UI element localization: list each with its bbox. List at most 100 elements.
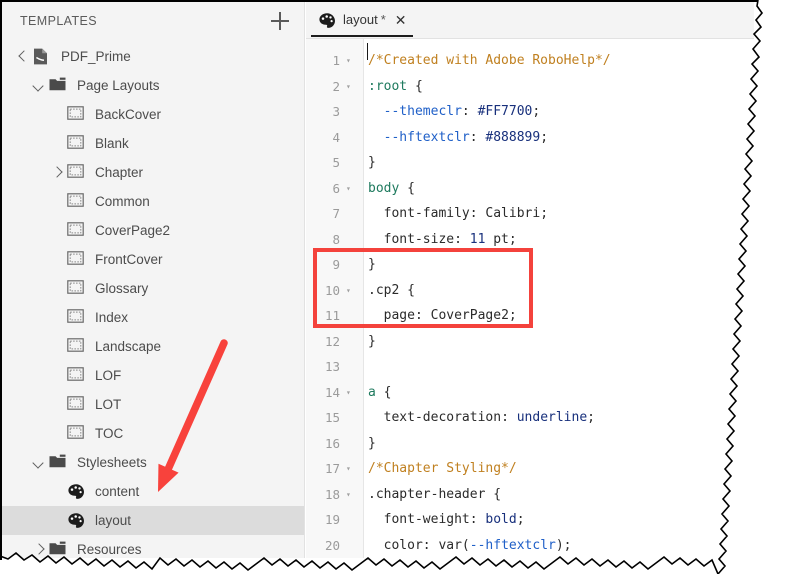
- tree-item-index[interactable]: Index: [2, 303, 304, 332]
- editor-tabstrip: layout * ✕: [306, 2, 754, 39]
- code-line-text: }: [368, 252, 376, 278]
- tree-item-toc[interactable]: TOC: [2, 419, 304, 448]
- tree-item-coverpage2[interactable]: CoverPage2: [2, 216, 304, 245]
- code-token: );: [555, 537, 572, 553]
- code-token: :root: [368, 78, 408, 94]
- code-fold-toggle-icon[interactable]: ▾: [346, 74, 356, 100]
- chevron-right-icon[interactable]: [32, 543, 46, 557]
- tree-item-backcover[interactable]: BackCover: [2, 100, 304, 129]
- code-line: 7 font-family: Calibri;: [306, 201, 754, 227]
- code-token: font-size: [368, 231, 455, 247]
- code-line-text: /*Chapter Styling*/: [368, 456, 517, 482]
- tree-item-glossary[interactable]: Glossary: [2, 274, 304, 303]
- code-line: 13: [306, 354, 754, 380]
- code-token: font-family: [368, 206, 470, 221]
- code-token: --hftextclr: [368, 129, 470, 145]
- code-token: text-decoration: [368, 410, 502, 425]
- page-layout-icon: [67, 396, 86, 413]
- folder-icon: [49, 77, 68, 94]
- tree-item-chapter[interactable]: Chapter: [2, 158, 304, 187]
- tree-item-lof[interactable]: LOF: [2, 361, 304, 390]
- chevron-down-icon[interactable]: [32, 79, 46, 93]
- tree-item-blank[interactable]: Blank: [2, 129, 304, 158]
- code-token: .cp2: [368, 282, 400, 298]
- page-layout-icon: [67, 106, 86, 123]
- line-number: 8: [332, 231, 340, 247]
- line-number: 7: [332, 206, 340, 221]
- page-layout-icon: [67, 367, 86, 384]
- add-template-button[interactable]: [270, 11, 290, 31]
- code-fold-toggle-icon[interactable]: ▾: [346, 380, 356, 406]
- templates-panel: TEMPLATES PDF_Prime Page Layouts BackCover…: [2, 2, 305, 558]
- code-fold-toggle-icon[interactable]: ▾: [346, 482, 356, 508]
- tree-item-layout[interactable]: layout: [2, 506, 304, 535]
- line-number: 10: [324, 282, 340, 298]
- window-border-top: [0, 0, 758, 2]
- folder-icon: [49, 454, 68, 471]
- code-line-text: --themeclr: #FF7700;: [368, 99, 541, 125]
- tree-item-label: Glossary: [95, 280, 149, 296]
- tree-item-frontcover[interactable]: FrontCover: [2, 245, 304, 274]
- code-line: 16}: [306, 431, 754, 457]
- chevron-right-icon[interactable]: [50, 166, 64, 180]
- tree-item-lot[interactable]: LOT: [2, 390, 304, 419]
- code-line-text: }: [368, 329, 376, 355]
- stylesheet-icon: [67, 512, 86, 529]
- code-content: 1 ▾ /*Created with Adobe RoboHelp*/ 2 ▾:root…: [306, 39, 754, 558]
- code-line: 14 ▾ a {: [306, 380, 754, 406]
- code-line-text: .chapter-header {: [368, 482, 501, 508]
- code-line-text: page: CoverPage2;: [368, 303, 517, 329]
- page-layout-icon: [67, 280, 86, 297]
- code-fold-toggle-icon[interactable]: ▾: [346, 48, 356, 74]
- tree-item-landscape[interactable]: Landscape: [2, 332, 304, 361]
- tree-item-label: Chapter: [95, 164, 144, 180]
- code-token: a: [368, 384, 376, 400]
- tree-item-label: Blank: [95, 135, 129, 151]
- chevron-left-icon[interactable]: [16, 50, 30, 64]
- code-line-text: color: var(--hftextclr);: [368, 533, 572, 559]
- code-line: 10 ▾ .cp2 {: [306, 278, 754, 304]
- tree-item-stylesheets[interactable]: Stylesheets: [2, 448, 304, 477]
- tree-item-content[interactable]: content: [2, 477, 304, 506]
- code-line-text: --hftextclr: #888899;: [368, 125, 548, 151]
- line-number: 9: [332, 257, 340, 272]
- code-line-text: a {: [368, 380, 391, 406]
- code-token: {: [375, 384, 392, 400]
- code-token: .chapter-header: [368, 486, 486, 502]
- stylesheet-icon: [67, 483, 86, 500]
- code-fold-toggle-icon[interactable]: ▾: [346, 176, 356, 202]
- tab-layout[interactable]: layout * ✕: [306, 2, 416, 37]
- tree-item-common[interactable]: Common: [2, 187, 304, 216]
- close-icon[interactable]: ✕: [395, 13, 407, 27]
- code-token: body: [368, 180, 400, 196]
- code-line-text: body {: [368, 176, 415, 202]
- code-token: /*Created with Adobe RoboHelp*/: [368, 53, 611, 68]
- code-token: }: [368, 435, 376, 451]
- code-line: 11 page: CoverPage2;: [306, 303, 754, 329]
- code-line-text: text-decoration: underline;: [368, 405, 595, 431]
- code-editor-panel: layout * ✕ 1 ▾ /*Created with Adobe RoboHe…: [306, 2, 754, 558]
- code-fold-toggle-icon[interactable]: ▾: [346, 278, 356, 304]
- code-token: CoverPage2: [430, 308, 509, 323]
- code-line: 17 ▾ /*Chapter Styling*/: [306, 456, 754, 482]
- code-fold-toggle-icon[interactable]: ▾: [346, 456, 356, 482]
- code-token: :: [461, 104, 478, 119]
- code-token: underline: [516, 410, 588, 425]
- robohelp-app: TEMPLATES PDF_Prime Page Layouts BackCover…: [2, 2, 754, 558]
- code-token: --themeclr: [368, 104, 462, 119]
- tree-item-page-layouts[interactable]: Page Layouts: [2, 71, 304, 100]
- tree-item-resources[interactable]: Resources: [2, 535, 304, 558]
- code-line: 1 ▾ /*Created with Adobe RoboHelp*/: [306, 48, 754, 74]
- tree-item-pdf-prime[interactable]: PDF_Prime: [2, 42, 304, 71]
- line-number: 20: [324, 537, 340, 553]
- chevron-down-icon[interactable]: [32, 456, 46, 470]
- code-token: #FF7700: [477, 104, 533, 119]
- page-layout-icon: [67, 193, 86, 210]
- line-number: 11: [324, 308, 340, 323]
- code-editor-surface[interactable]: 1 ▾ /*Created with Adobe RoboHelp*/ 2 ▾:root…: [306, 39, 754, 558]
